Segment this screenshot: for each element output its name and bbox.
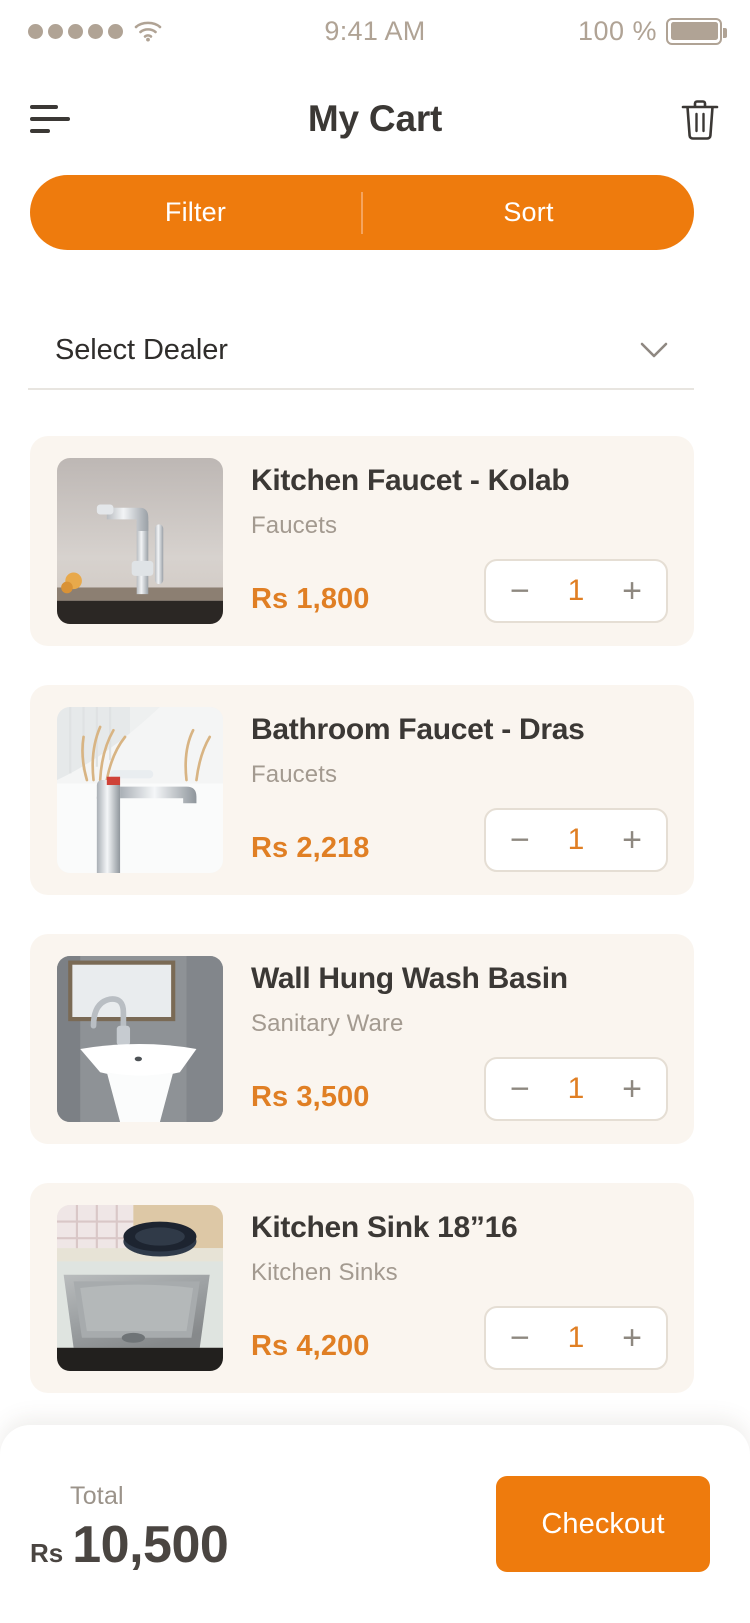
product-category: Sanitary Ware (251, 1010, 404, 1037)
chevron-down-icon (640, 342, 668, 357)
product-title: Bathroom Faucet - Dras (251, 713, 585, 746)
kitchen-sink-photo (57, 1205, 223, 1371)
checkout-button[interactable]: Checkout (496, 1476, 710, 1572)
cart-item-card[interactable]: Kitchen Sink 18”16 Kitchen Sinks Rs 4,20… (30, 1183, 694, 1393)
kitchen-faucet-photo (57, 458, 223, 624)
decrement-button[interactable]: − (510, 1321, 530, 1355)
total-block: Total Rs 10,500 (30, 1474, 229, 1575)
quantity-value: 1 (567, 823, 585, 856)
cart-item-info: Wall Hung Wash Basin Sanitary Ware Rs 3,… (223, 956, 694, 1122)
cart-item-card[interactable]: Kitchen Faucet - Kolab Faucets Rs 1,800 … (30, 436, 694, 646)
quantity-value: 1 (567, 1072, 585, 1105)
cart-item-info: Bathroom Faucet - Dras Faucets Rs 2,218 … (223, 707, 694, 873)
increment-button[interactable]: + (622, 574, 642, 608)
quantity-stepper[interactable]: − 1 + (484, 1057, 668, 1121)
product-thumbnail (57, 1205, 223, 1371)
product-price: Rs 1,800 (251, 583, 370, 615)
total-amount: Rs 10,500 (30, 1515, 229, 1575)
product-price: Rs 3,500 (251, 1081, 370, 1113)
increment-button[interactable]: + (622, 823, 642, 857)
total-currency: Rs (30, 1537, 64, 1568)
decrement-button[interactable]: − (510, 823, 530, 857)
product-title: Kitchen Faucet - Kolab (251, 464, 570, 497)
sort-button[interactable]: Sort (363, 197, 694, 228)
total-value: 10,500 (72, 1515, 229, 1574)
cart-item-info: Kitchen Sink 18”16 Kitchen Sinks Rs 4,20… (223, 1205, 694, 1371)
total-label: Total (70, 1481, 124, 1510)
select-dealer-label: Select Dealer (55, 333, 228, 366)
bathroom-faucet-photo (57, 707, 223, 873)
quantity-value: 1 (567, 574, 585, 607)
app-header: My Cart (0, 80, 750, 158)
status-bar: 9:41 AM 100 % (0, 0, 750, 62)
filter-button[interactable]: Filter (30, 197, 361, 228)
cart-screen: 9:41 AM 100 % My Cart Filter Sort Select… (0, 0, 750, 1623)
checkout-bottom-bar: Total Rs 10,500 Checkout (0, 1425, 750, 1623)
filter-sort-bar: Filter Sort (30, 175, 694, 250)
quantity-stepper[interactable]: − 1 + (484, 808, 668, 872)
product-category: Faucets (251, 512, 338, 539)
product-category: Faucets (251, 761, 338, 788)
quantity-stepper[interactable]: − 1 + (484, 1306, 668, 1370)
quantity-value: 1 (567, 1321, 585, 1354)
product-category: Kitchen Sinks (251, 1259, 398, 1286)
decrement-button[interactable]: − (510, 1072, 530, 1106)
status-time: 9:41 AM (324, 15, 426, 46)
increment-button[interactable]: + (622, 1321, 642, 1355)
cart-item-info: Kitchen Faucet - Kolab Faucets Rs 1,800 … (223, 458, 694, 624)
product-title: Kitchen Sink 18”16 (251, 1211, 518, 1244)
product-price: Rs 4,200 (251, 1330, 370, 1362)
cart-item-card[interactable]: Bathroom Faucet - Dras Faucets Rs 2,218 … (30, 685, 694, 895)
cart-item-card[interactable]: Wall Hung Wash Basin Sanitary Ware Rs 3,… (30, 934, 694, 1144)
wall-hung-wash-basin-photo (57, 956, 223, 1122)
product-title: Wall Hung Wash Basin (251, 962, 568, 995)
page-title: My Cart (307, 98, 443, 139)
product-thumbnail (57, 956, 223, 1122)
increment-button[interactable]: + (622, 1072, 642, 1106)
product-thumbnail (57, 707, 223, 873)
product-thumbnail (57, 458, 223, 624)
cart-items-list: Kitchen Faucet - Kolab Faucets Rs 1,800 … (30, 436, 710, 1432)
quantity-stepper[interactable]: − 1 + (484, 559, 668, 623)
decrement-button[interactable]: − (510, 574, 530, 608)
battery-icon (666, 17, 727, 45)
select-dealer-dropdown[interactable]: Select Dealer (28, 312, 694, 390)
product-price: Rs 2,218 (251, 832, 370, 864)
